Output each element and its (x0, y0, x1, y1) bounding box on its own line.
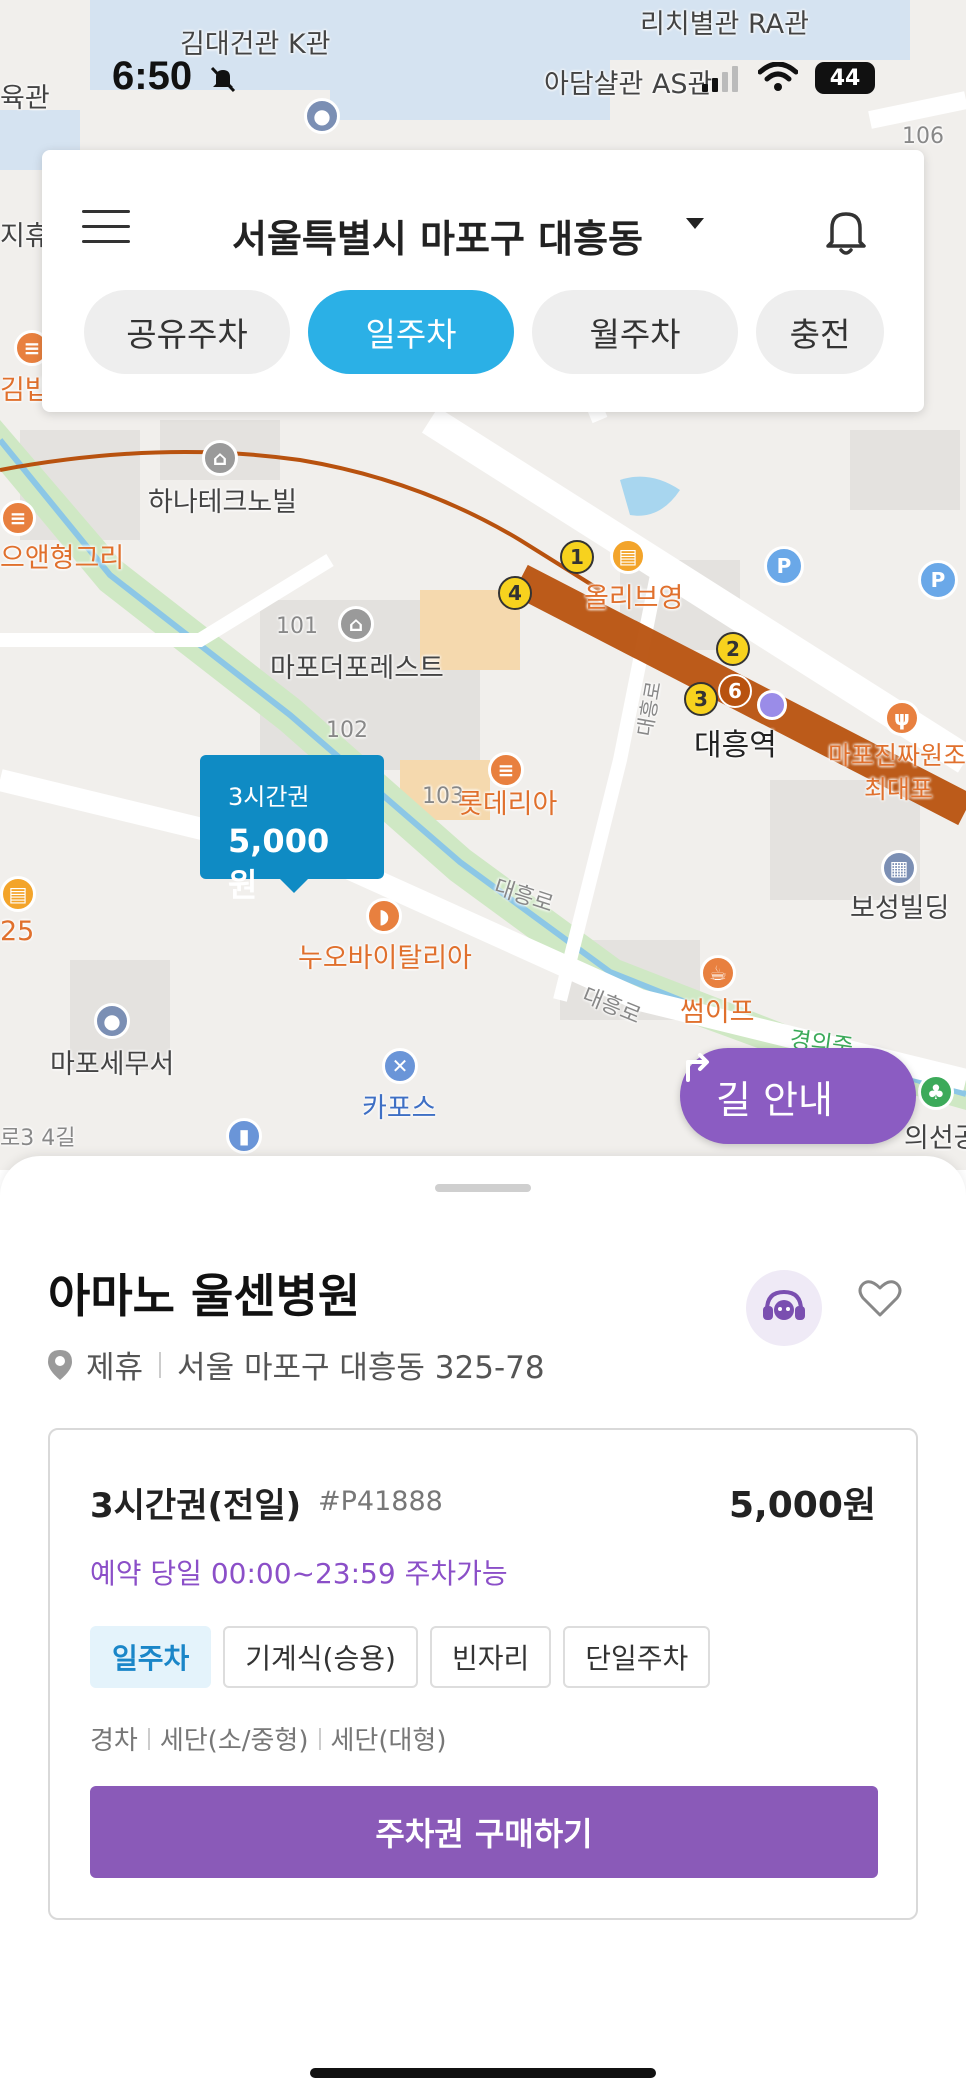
map-label: 카포스 (362, 1093, 437, 1124)
tag-chip: 단일주차 (563, 1626, 711, 1688)
parking-detail-sheet: 아마노 울센병원 제휴 서울 마포구 대흥동 325-78 3시간권(전일) #… (0, 1156, 966, 2100)
map-label: 마포세무서 (50, 1049, 175, 1080)
divider (318, 1727, 321, 1750)
headset-icon (763, 1289, 805, 1320)
poi-park-icon[interactable]: ♣ (918, 1074, 954, 1110)
map-label: 25 (0, 916, 35, 947)
ticket-name: 3시간권(전일) (90, 1486, 302, 1526)
map-label: 리치별관 RA관 (640, 9, 809, 40)
parking-lot-title: 아마노 울센병원 (48, 1269, 361, 1323)
cellular-signal-icon (702, 66, 738, 92)
address-row: 제휴 서울 마포구 대흥동 325-78 (46, 1342, 545, 1387)
search-header-card: 서울특별시 마포구 대흥동 공유주차 일주차 월주차 충전 (42, 150, 924, 412)
marker-ticket-label: 3시간권 (228, 783, 310, 811)
poi-restaurant-icon[interactable]: ψ (884, 700, 920, 736)
home-indicator[interactable] (310, 2068, 656, 2078)
hamburger-menu-icon[interactable] (82, 210, 130, 244)
map-label: 하나테크노빌 (148, 487, 298, 518)
bell-muted-icon (210, 66, 236, 93)
notification-bell-icon[interactable] (822, 206, 870, 258)
map-label: 누오바이탈리아 (298, 943, 472, 974)
ticket-availability: 예약 당일 00:00~23:59 주차가능 (90, 1557, 508, 1590)
tab-charging[interactable]: 충전 (756, 290, 884, 374)
map-label: 의선공 (904, 1123, 966, 1154)
poi-shopping-icon[interactable]: ▤ (0, 876, 36, 912)
tag-chip: 빈자리 (429, 1626, 552, 1688)
map-label: 106 (902, 124, 944, 149)
map-label: 보성빌딩 (850, 893, 950, 924)
dropdown-caret-icon[interactable] (686, 218, 704, 229)
map-label: 102 (326, 718, 368, 743)
poi-restaurant-icon[interactable]: ◗ (366, 898, 402, 934)
map-label: 마포진짜원조 (828, 741, 966, 770)
station-point-icon (757, 690, 787, 720)
ticket-price: 5,000원 (729, 1485, 876, 1526)
poi-gasstation-icon[interactable]: ▮ (226, 1118, 262, 1154)
map-label: 으앤형그리 (0, 543, 125, 574)
parking-type-tabs: 공유주차 일주차 월주차 충전 (84, 290, 884, 374)
directions-button[interactable]: 길 안내 (680, 1048, 916, 1144)
subway-line-6-badge: 6 (718, 674, 752, 708)
turn-right-icon (686, 1053, 709, 1082)
car-type: 세단(대형) (330, 1726, 447, 1756)
customer-support-button[interactable] (746, 1270, 822, 1346)
tab-shared-parking[interactable]: 공유주차 (84, 290, 290, 374)
map-label: 롯데리아 (458, 789, 558, 820)
map-label: 101 (276, 614, 318, 639)
wifi-icon (758, 62, 798, 91)
subway-exit-badge: 4 (498, 576, 532, 610)
status-time: 6:50 (112, 54, 193, 98)
tab-daily-parking[interactable]: 일주차 (308, 290, 514, 374)
poi-cafe-icon[interactable]: ☕ (700, 955, 736, 991)
poi-office-icon[interactable]: ▦ (881, 850, 917, 886)
parking-p-icon[interactable]: P (918, 560, 958, 600)
poi-shopping-icon[interactable]: ▤ (610, 538, 646, 574)
ticket-code: #P41888 (318, 1486, 443, 1517)
tab-monthly-parking[interactable]: 월주차 (532, 290, 738, 374)
directions-label: 길 안내 (716, 1077, 833, 1122)
marker-price: 5,000원 (228, 822, 330, 904)
tag-chip: 일주차 (90, 1626, 212, 1688)
subway-exit-badge: 1 (560, 540, 594, 574)
divider (147, 1727, 150, 1750)
battery-icon: 44 (815, 62, 875, 94)
car-type: 경차 (90, 1726, 138, 1756)
poi-restaurant-icon[interactable]: ≡ (0, 500, 36, 536)
map-label-station: 대흥역 (694, 728, 777, 763)
tag-chip: 기계식(승용) (223, 1626, 418, 1688)
poi-carrepair-icon[interactable]: ✕ (382, 1048, 418, 1084)
map-label: 마포더포레스트 (270, 653, 444, 684)
ticket-tags: 일주차 기계식(승용) 빈자리 단일주차 (90, 1626, 711, 1688)
car-type: 세단(소/중형) (159, 1726, 309, 1756)
poi-building-icon[interactable]: ⌂ (202, 440, 238, 476)
partner-badge: 제휴 (86, 1350, 144, 1386)
subway-exit-badge: 3 (684, 682, 718, 716)
location-pin-icon (48, 1349, 72, 1380)
parking-price-marker[interactable]: 3시간권 5,000원 (200, 755, 384, 904)
divider (159, 1351, 162, 1378)
ticket-card[interactable]: 3시간권(전일) #P41888 5,000원 예약 당일 00:00~23:5… (48, 1428, 918, 1920)
parking-p-icon[interactable]: P (764, 546, 804, 586)
favorite-heart-icon[interactable] (856, 1274, 904, 1322)
region-selector[interactable]: 서울특별시 마포구 대흥동 (232, 208, 643, 263)
car-types: 경차 세단(소/중형) 세단(대형) (90, 1720, 446, 1757)
poi-government-icon[interactable]: ● (94, 1003, 130, 1039)
buy-ticket-button[interactable]: 주차권 구매하기 (90, 1786, 878, 1878)
road-label: 로3 4길 (0, 1126, 76, 1151)
status-bar: 6:50 44 (0, 50, 966, 110)
address-text: 서울 마포구 대흥동 325-78 (177, 1350, 545, 1386)
sheet-drag-handle[interactable] (435, 1184, 531, 1192)
poi-building-icon[interactable]: ⌂ (338, 606, 374, 642)
subway-exit-badge: 2 (716, 632, 750, 666)
map-label: 올리브영 (584, 583, 684, 614)
map-label: 썸이프 (680, 997, 755, 1028)
map-label: 최대포 (864, 775, 934, 804)
